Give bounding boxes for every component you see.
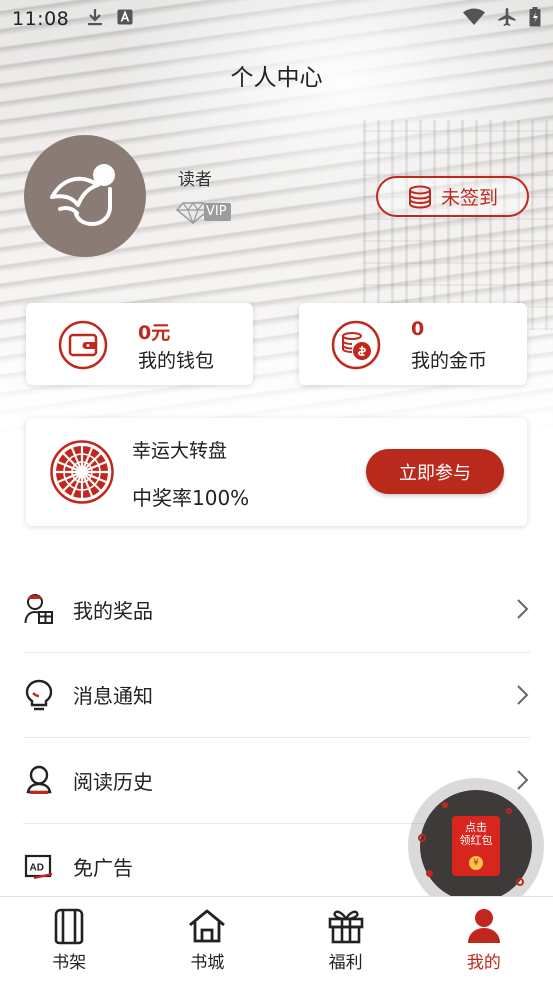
chevron-right-icon bbox=[517, 685, 529, 705]
coin-stack-icon bbox=[408, 185, 431, 209]
ad-free-icon: AD bbox=[23, 850, 55, 882]
decor-dot bbox=[506, 808, 512, 814]
menu-label-notifications: 消息通知 bbox=[73, 684, 153, 709]
prize-icon bbox=[23, 593, 55, 625]
tab-welfare[interactable]: 福利 bbox=[277, 897, 415, 984]
menu-label-ad-free: 免广告 bbox=[73, 855, 133, 880]
lottery-rate: 中奖率100% bbox=[132, 486, 250, 510]
tab-label-mine: 我的 bbox=[466, 953, 501, 973]
page-title: 个人中心 bbox=[230, 65, 323, 91]
bookshelf-icon bbox=[49, 906, 89, 946]
bookstore-icon bbox=[187, 906, 227, 946]
gold-coin-icon bbox=[331, 320, 381, 370]
decor-dot bbox=[426, 870, 433, 877]
wallet-value: 0元 bbox=[138, 322, 171, 344]
vip-badge[interactable]: VIP bbox=[176, 200, 231, 224]
default-avatar-icon bbox=[50, 164, 115, 227]
keyboard-a-icon bbox=[117, 9, 133, 29]
menu-label-reading-history: 阅读历史 bbox=[73, 769, 153, 794]
avatar[interactable] bbox=[24, 135, 146, 257]
status-time: 11:08 bbox=[12, 8, 70, 30]
wallet-label: 我的钱包 bbox=[138, 350, 215, 372]
lucky-wheel-icon bbox=[50, 440, 114, 504]
status-bar: 11:08 bbox=[0, 0, 553, 38]
lottery-title: 幸运大转盘 bbox=[132, 440, 228, 462]
profile-icon bbox=[464, 906, 504, 946]
user-name: 读者 bbox=[178, 170, 212, 190]
download-icon bbox=[87, 8, 103, 30]
red-packet-float-button[interactable]: 点击 领红包 ¥ bbox=[408, 778, 544, 914]
svg-text:AD: AD bbox=[30, 863, 44, 874]
red-packet-coin: ¥ bbox=[469, 856, 483, 870]
tab-mine[interactable]: 我的 bbox=[415, 897, 553, 984]
tab-label-bookstore: 书城 bbox=[190, 953, 225, 973]
tab-bookshelf[interactable]: 书架 bbox=[0, 897, 138, 984]
reading-history-icon bbox=[23, 764, 55, 796]
red-packet-icon: 点击 领红包 ¥ bbox=[452, 816, 500, 876]
red-packet-line1: 点击 bbox=[465, 821, 487, 834]
tab-label-welfare: 福利 bbox=[328, 953, 363, 973]
battery-icon bbox=[529, 7, 541, 31]
coins-card[interactable]: 0 我的金币 bbox=[299, 303, 527, 385]
bookshelf-background-image bbox=[363, 120, 553, 330]
gift-icon bbox=[326, 906, 366, 946]
menu-item-prizes[interactable]: 我的奖品 bbox=[23, 567, 530, 653]
vip-label: VIP bbox=[204, 203, 231, 221]
signin-button[interactable]: 未签到 bbox=[376, 176, 529, 217]
coins-value: 0 bbox=[411, 318, 425, 340]
lottery-card[interactable]: 幸运大转盘 中奖率100% 立即参与 bbox=[26, 418, 527, 526]
signin-label: 未签到 bbox=[440, 187, 498, 209]
red-packet-circle: 点击 领红包 ¥ bbox=[418, 790, 532, 902]
wallet-icon bbox=[58, 320, 108, 370]
coins-label: 我的金币 bbox=[411, 350, 488, 372]
tab-label-bookshelf: 书架 bbox=[52, 953, 87, 973]
notification-icon bbox=[23, 679, 55, 711]
join-lottery-button[interactable]: 立即参与 bbox=[366, 449, 504, 494]
wifi-icon bbox=[463, 8, 485, 30]
menu-item-notifications[interactable]: 消息通知 bbox=[23, 653, 530, 738]
chevron-right-icon bbox=[517, 599, 529, 619]
red-packet-line2: 领红包 bbox=[459, 834, 493, 847]
tab-bookstore[interactable]: 书城 bbox=[138, 897, 276, 984]
decor-dot bbox=[418, 834, 426, 842]
wallet-card[interactable]: 0元 我的钱包 bbox=[26, 303, 253, 385]
bottom-tab-bar: 书架 书城 福利 我的 bbox=[0, 896, 553, 984]
decor-dot bbox=[442, 802, 448, 808]
chevron-right-icon bbox=[517, 770, 529, 790]
menu-label-prizes: 我的奖品 bbox=[73, 598, 153, 623]
decor-dot bbox=[516, 878, 524, 886]
airplane-mode-icon bbox=[497, 7, 517, 31]
